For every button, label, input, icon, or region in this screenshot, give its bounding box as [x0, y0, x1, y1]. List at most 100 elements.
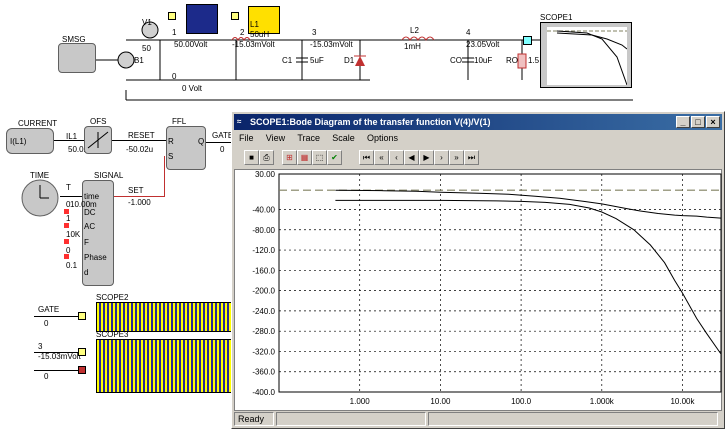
wire-set-up [164, 156, 165, 197]
maximize-button[interactable]: □ [691, 116, 705, 128]
scope3-display[interactable] [96, 339, 232, 393]
gate-label: GATE [212, 131, 234, 140]
y-tick-label: -160.0 [252, 266, 275, 275]
signal-terminal-phase[interactable] [64, 254, 69, 259]
l2-label: L2 [410, 26, 419, 35]
wire-s3-in1 [34, 352, 78, 353]
scope2-label: SCOPE2 [96, 293, 129, 302]
switch-block[interactable] [186, 4, 218, 34]
status-pane-3 [428, 412, 718, 426]
y-tick-label: -40.00 [252, 205, 275, 214]
last-icon[interactable]: ⏭ [464, 150, 479, 165]
fast-forward-icon[interactable]: » [449, 150, 464, 165]
minimize-button[interactable]: _ [676, 116, 690, 128]
step-back-icon[interactable]: ◀ [404, 150, 419, 165]
probe-inductor[interactable] [231, 12, 239, 20]
print-icon[interactable]: ⎙ [259, 150, 274, 165]
save-icon[interactable]: ■ [244, 150, 259, 165]
back-icon[interactable]: ‹ [389, 150, 404, 165]
x-tick-label: 1.000 [350, 397, 371, 406]
scope3-input-2[interactable] [78, 366, 86, 374]
scope3-input-1[interactable] [78, 348, 86, 356]
gate2-value: 0 [44, 319, 49, 328]
wire-ffl-gate [206, 142, 232, 143]
ro-value: 1.5 [528, 56, 540, 65]
signal-terminal-ac[interactable] [64, 223, 69, 228]
plot-frame [278, 173, 722, 393]
ffl-q: Q [198, 137, 205, 146]
window-titlebar[interactable]: ≈ SCOPE1:Bode Diagram of the transfer fu… [234, 114, 722, 130]
y-tick-label: -280.0 [252, 327, 275, 336]
menu-options[interactable]: Options [362, 131, 403, 146]
grid-icon[interactable]: ▦ [297, 150, 312, 165]
node3-label: 3 [312, 28, 317, 37]
sig-phase: Phase [84, 253, 107, 262]
sig-f: F [84, 238, 89, 247]
ffl-label: FFL [172, 117, 187, 126]
cursor-icon[interactable]: ⊞ [282, 150, 297, 165]
sig-dc: DC [84, 208, 96, 217]
step-forward-icon[interactable]: ▶ [419, 150, 434, 165]
schematic-canvas[interactable]: SMSG V1 50 B1 1 50.00Volt 2 -15.03mVolt … [0, 0, 725, 111]
scope2-display[interactable] [96, 302, 232, 332]
y-tick-label: -80.00 [252, 226, 275, 235]
check-icon[interactable]: ✔ [327, 150, 342, 165]
current-label: CURRENT [18, 119, 58, 128]
bode-plot-area[interactable]: 30.00 -40.00 -80.00 -120.0 -160.0 -200.0 -240.… [234, 169, 722, 411]
clock-icon[interactable] [20, 178, 60, 218]
smsg-block[interactable] [58, 43, 96, 73]
y-tick-label: -200.0 [252, 287, 275, 296]
scope-window[interactable]: ≈ SCOPE1:Bode Diagram of the transfer fu… [231, 111, 725, 429]
signal-terminal-f[interactable] [64, 239, 69, 244]
y-tick-label: -240.0 [252, 307, 275, 316]
reset-value: -50.02u [126, 145, 154, 154]
y-tick-label: -320.0 [252, 347, 275, 356]
ffl-block[interactable] [166, 126, 206, 170]
scope1-preview [547, 30, 627, 85]
close-button[interactable]: × [706, 116, 720, 128]
node3-voltage: -15.03mVolt [310, 40, 353, 49]
menu-scale[interactable]: Scale [327, 131, 360, 146]
zoom-box-icon[interactable]: ⬚ [312, 150, 327, 165]
bode-chart[interactable]: 30.00 -40.00 -80.00 -120.0 -160.0 -200.0 -240.… [235, 170, 723, 410]
d1-label: D1 [344, 56, 355, 65]
menu-view[interactable]: View [261, 131, 290, 146]
menu-file[interactable]: File [234, 131, 259, 146]
s3-in1-val: -15.03mVolt [38, 352, 81, 361]
scope1-label: SCOPE1 [540, 13, 573, 22]
wire-time-signal [60, 196, 82, 197]
node2-voltage: -15.03mVolt [232, 40, 275, 49]
node0-voltage: 0 Volt [182, 84, 203, 93]
smsg-label: SMSG [62, 35, 86, 44]
ofs-icon [87, 131, 109, 149]
signal-terminal-dc[interactable] [64, 209, 69, 214]
c1-label: C1 [282, 56, 293, 65]
ffl-s: S [168, 152, 174, 161]
sig-d: d [84, 268, 89, 277]
ofs-label: OFS [90, 117, 107, 126]
sig-f-val: 10K [66, 230, 81, 239]
status-pane-2 [276, 412, 426, 426]
forward-icon[interactable]: › [434, 150, 449, 165]
first-icon[interactable]: ⏮ [359, 150, 374, 165]
scope1-input[interactable] [523, 36, 532, 45]
l1-label: L1 [250, 20, 259, 29]
b1-label: B1 [134, 56, 144, 65]
node2-label: 2 [240, 28, 245, 37]
x-tick-label: 10.00k [670, 397, 695, 406]
scope2-input[interactable] [78, 312, 86, 320]
scope3-label: SCOPE3 [96, 330, 129, 339]
node4-label: 4 [466, 28, 471, 37]
wire-ofs-ffl [112, 140, 166, 141]
s3-in2-val: 0 [44, 372, 49, 381]
probe-switch[interactable] [168, 12, 176, 20]
y-tick-label: -360.0 [252, 368, 275, 377]
reset-label: RESET [128, 131, 155, 140]
status-bar: Ready [234, 412, 722, 426]
node1-voltage: 50.00Volt [174, 40, 208, 49]
fast-back-icon[interactable]: « [374, 150, 389, 165]
menu-trace[interactable]: Trace [292, 131, 325, 146]
v1-label: V1 [142, 18, 152, 27]
y-tick-label: -120.0 [252, 246, 275, 255]
scope1-block[interactable] [540, 22, 632, 88]
